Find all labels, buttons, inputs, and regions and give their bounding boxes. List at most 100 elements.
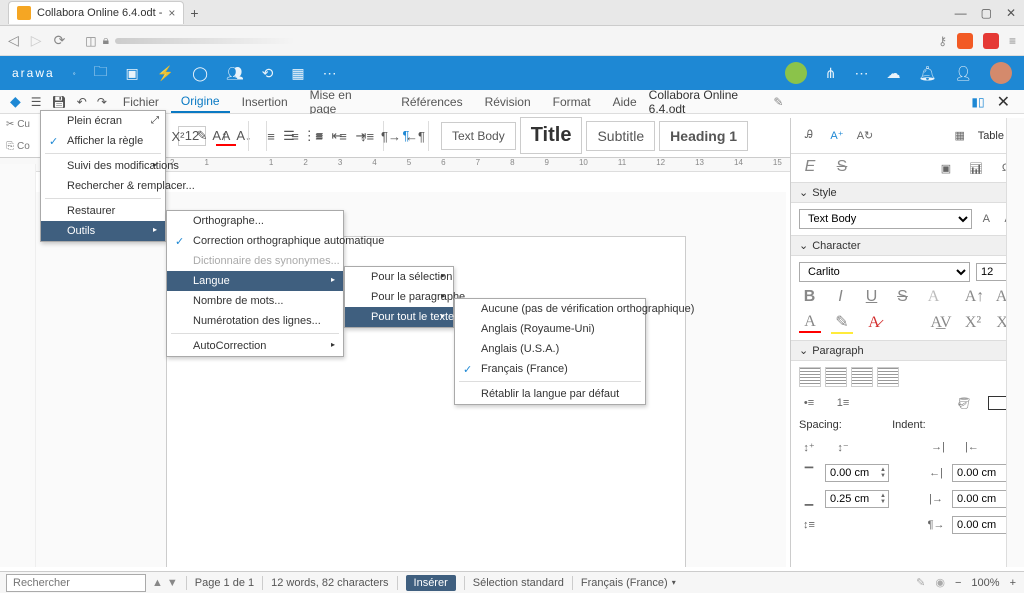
align-left-icon[interactable]: ≡	[261, 126, 281, 146]
window-maximize-icon[interactable]: ▢	[981, 6, 992, 20]
redo-icon[interactable]: ↷	[93, 95, 111, 109]
font-color-a-icon[interactable]: A	[799, 313, 821, 333]
menu-restaurer[interactable]: Restaurer	[41, 201, 165, 221]
search-app-icon[interactable]: ◯	[192, 65, 208, 82]
highlight-a-icon[interactable]: ✎	[831, 312, 853, 334]
adblock-ext-icon[interactable]	[983, 33, 999, 49]
status-view-icon[interactable]: ◉	[935, 576, 945, 589]
status-selection-mode[interactable]: Sélection standard	[473, 577, 564, 589]
font-name-select[interactable]: Carlito	[799, 262, 970, 282]
line-spacing2-icon[interactable]: ↕≡	[799, 515, 819, 535]
update-style-icon[interactable]: A↻	[855, 126, 875, 146]
style-text-body[interactable]: Text Body	[441, 122, 516, 150]
menu-plein-ecran[interactable]: Plein écran⤢	[41, 111, 165, 131]
menu-format[interactable]: Format	[543, 92, 601, 112]
highlight-icon[interactable]: ✎	[192, 126, 212, 146]
superscript2-icon[interactable]: X²	[962, 314, 984, 332]
cloud-icon[interactable]: ☁	[886, 65, 900, 82]
style-title[interactable]: Title	[520, 117, 583, 154]
menu-afficher-regle[interactable]: ✓Afficher la règle	[41, 131, 165, 151]
menu-revision[interactable]: Révision	[475, 92, 541, 112]
sidebar-toggle-icon[interactable]: ▮▯	[971, 95, 984, 109]
hamburger-icon[interactable]: ☰	[27, 95, 46, 109]
nav-reload-icon[interactable]: ⟳	[54, 32, 66, 49]
copy-button[interactable]: ⎘ Co	[6, 141, 30, 152]
tab-close-icon[interactable]: ×	[168, 6, 175, 20]
window-close-icon[interactable]: ✕	[1006, 6, 1016, 20]
table-label[interactable]: Table	[978, 130, 1004, 142]
undo-icon[interactable]: ↶	[73, 95, 91, 109]
status-search-input[interactable]	[6, 574, 146, 592]
window-minimize-icon[interactable]: —	[955, 6, 967, 20]
menu-outils[interactable]: Outils▸	[41, 221, 165, 241]
user-avatar-2[interactable]	[990, 62, 1012, 84]
menu-lang-reset[interactable]: Rétablir la langue par défaut	[455, 384, 645, 404]
menu-pour-selection[interactable]: Pour la sélection▸	[345, 267, 453, 287]
share-icon[interactable]: ⋔	[825, 65, 837, 82]
font-color-icon[interactable]: A	[216, 126, 236, 146]
sync-icon[interactable]: ⟲	[262, 65, 274, 82]
menu-lang-en-us[interactable]: Anglais (U.S.A.)	[455, 339, 645, 359]
menu-insertion[interactable]: Insertion	[232, 92, 298, 112]
align-center-icon[interactable]: ≡	[285, 126, 305, 146]
align-right-icon[interactable]: ≡	[309, 126, 329, 146]
status-sig-icon[interactable]: ✎	[916, 576, 925, 589]
strike-s-icon[interactable]: S	[831, 158, 853, 178]
browser-tab[interactable]: Collabora Online 6.4.odt - ×	[8, 1, 184, 24]
menu-lang-fr-fr[interactable]: ✓Français (France)	[455, 359, 645, 379]
more-icon[interactable]: ⋯	[854, 65, 868, 82]
menu-suivi-modifications[interactable]: Suivi des modifications▸	[41, 156, 165, 176]
style-subtitle[interactable]: Subtitle	[586, 121, 655, 151]
strike-s2-icon[interactable]: S	[892, 288, 913, 306]
style-a1-icon[interactable]: A	[978, 209, 994, 229]
new-style-icon[interactable]: A⁺	[827, 126, 847, 146]
bold-b-icon[interactable]: B	[799, 288, 820, 306]
brave-ext-icon[interactable]	[957, 33, 973, 49]
calendar-icon[interactable]: ▦	[291, 65, 304, 82]
menu-lang-en-uk[interactable]: Anglais (Royaume-Uni)	[455, 319, 645, 339]
save-icon[interactable]: 💾︎	[48, 95, 71, 109]
close-doc-icon[interactable]: ✕	[997, 92, 1010, 112]
edit-doc-icon[interactable]: ✎	[773, 95, 783, 109]
photos-icon[interactable]: ▣	[126, 65, 139, 82]
status-insert-mode[interactable]: Insérer	[406, 575, 456, 591]
align-justify-icon[interactable]: ≡	[333, 126, 353, 146]
menu-word-count[interactable]: Nombre de mots...	[167, 291, 343, 311]
inc-indent-icon[interactable]: →|	[928, 437, 948, 457]
app-logo-icon[interactable]: ◆	[6, 93, 25, 110]
url-bar[interactable]: ◫ 🔒︎	[77, 33, 926, 48]
align-center-box[interactable]	[825, 367, 847, 387]
bookmark-icon[interactable]: ◫	[85, 34, 96, 48]
activity-icon[interactable]: ⚡	[157, 65, 174, 82]
notify-icon[interactable]: 🔔︎	[918, 65, 936, 82]
status-word-count[interactable]: 12 words, 82 characters	[271, 577, 388, 589]
chart-icon[interactable]: 📊︎	[966, 158, 986, 178]
paragraph-style-select[interactable]: Text Body	[799, 209, 972, 229]
bullets-icon[interactable]: •≡	[799, 393, 819, 413]
status-language[interactable]: Français (France)	[581, 577, 668, 589]
line-spacing-icon[interactable]: ↕≡	[357, 126, 377, 146]
superscript-icon[interactable]: X²	[168, 126, 188, 146]
character-section-header[interactable]: ⌄Character◱	[791, 235, 1024, 256]
menu-pour-paragraphe[interactable]: Pour le paragraphe▸	[345, 287, 453, 307]
menu-rechercher-remplacer[interactable]: Rechercher & remplacer...	[41, 176, 165, 196]
inc-spacing-icon[interactable]: ↕⁺	[799, 437, 819, 457]
italic-e-icon[interactable]: E	[799, 158, 821, 178]
align-justify-box[interactable]	[877, 367, 899, 387]
dec-spacing-icon[interactable]: ↕⁻	[833, 437, 853, 457]
rtl-icon[interactable]: ←¶	[405, 126, 425, 146]
underline-u-icon[interactable]: U	[861, 288, 882, 306]
menu-lang-none[interactable]: Aucune (pas de vérification orthographiq…	[455, 299, 645, 319]
align-right-box[interactable]	[851, 367, 873, 387]
zoom-level[interactable]: 100%	[971, 577, 999, 589]
nav-back-icon[interactable]: ◁	[8, 32, 19, 49]
menu-auto-spell[interactable]: ✓Correction orthographique automatique	[167, 231, 343, 251]
menu-pour-tout-texte[interactable]: Pour tout le texte▸	[345, 307, 453, 327]
table-insert-icon[interactable]: ▦	[950, 126, 970, 146]
paragraph-section-header[interactable]: ⌄Paragraph◱	[791, 340, 1024, 361]
search-prev-icon[interactable]: ▲	[152, 577, 163, 589]
char-spacing-icon[interactable]: A͟V	[930, 314, 952, 332]
grow-a-icon[interactable]: A↑	[964, 288, 985, 306]
dec-indent-icon[interactable]: |←	[962, 437, 982, 457]
clear-format-icon[interactable]: A̷	[863, 314, 885, 332]
